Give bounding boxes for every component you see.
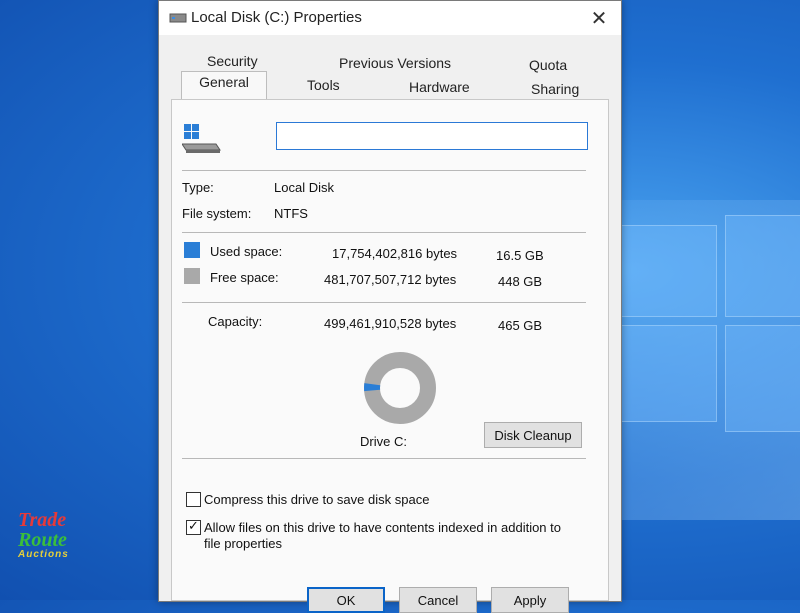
divider [182, 302, 586, 303]
divider [182, 170, 586, 171]
watermark-line3: Auctions [18, 549, 69, 560]
tab-security[interactable]: Security [201, 51, 264, 71]
tab-quota[interactable]: Quota [523, 55, 573, 75]
tab-general[interactable]: General [181, 71, 267, 102]
tab-sharing[interactable]: Sharing [525, 79, 585, 99]
windows-logo-pane [620, 325, 717, 422]
index-checkbox[interactable] [186, 518, 201, 535]
file-system-label: File system: [182, 206, 252, 221]
usage-donut-chart [364, 352, 436, 424]
properties-dialog: Local Disk (C:) Properties ✕ Security Pr… [158, 0, 622, 613]
free-space-label: Free space: [210, 270, 279, 285]
ok-button[interactable]: OK [307, 587, 385, 613]
windows-logo-pane [725, 215, 800, 317]
windows-logo-pane [620, 225, 717, 317]
divider [182, 458, 586, 459]
drive-icon [169, 13, 187, 23]
tab-strip: Security Previous Versions Quota General… [159, 45, 621, 102]
used-space-gb: 16.5 GB [496, 248, 544, 263]
divider [182, 232, 586, 233]
apply-button[interactable]: Apply [491, 587, 569, 613]
type-value: Local Disk [274, 180, 334, 195]
general-tab-panel: Type: Local Disk File system: NTFS Used … [171, 99, 609, 601]
type-label: Type: [182, 180, 214, 195]
title-bar[interactable]: Local Disk (C:) Properties ✕ [159, 1, 621, 35]
close-button[interactable]: ✕ [585, 7, 613, 31]
disk-cleanup-button[interactable]: Disk Cleanup [484, 422, 582, 448]
watermark-line2: Route [18, 529, 67, 551]
windows-drive-icon [182, 124, 221, 153]
index-label-line2: file properties [204, 536, 283, 551]
free-space-gb: 448 GB [498, 274, 543, 289]
capacity-gb: 465 GB [498, 318, 543, 333]
windows-logo-pane [725, 325, 800, 432]
file-system-value: NTFS [274, 206, 308, 221]
watermark-line1: Trade [18, 509, 67, 531]
donut-free-ring [364, 352, 436, 424]
cancel-button[interactable]: Cancel [399, 587, 477, 613]
used-space-label: Used space: [210, 244, 283, 259]
drive-label: Drive C: [360, 434, 407, 449]
used-space-swatch [184, 242, 200, 258]
compress-checkbox[interactable] [186, 492, 201, 507]
trade-route-auctions-watermark: Trade Route Auctions [18, 510, 90, 560]
tab-previous-versions[interactable]: Previous Versions [333, 53, 457, 73]
capacity-label: Capacity: [208, 314, 263, 329]
free-space-bytes: 481,707,507,712 bytes [324, 272, 457, 287]
window-title: Local Disk (C:) Properties [191, 9, 362, 26]
capacity-bytes: 499,461,910,528 bytes [324, 316, 457, 331]
tab-tools[interactable]: Tools [301, 75, 346, 95]
drive-name-input[interactable] [276, 122, 588, 150]
compress-label: Compress this drive to save disk space [204, 492, 430, 507]
free-space-swatch [184, 268, 200, 284]
index-label-line1: Allow files on this drive to have conten… [204, 520, 561, 535]
tab-hardware[interactable]: Hardware [403, 77, 476, 97]
used-space-bytes: 17,754,402,816 bytes [332, 246, 458, 261]
